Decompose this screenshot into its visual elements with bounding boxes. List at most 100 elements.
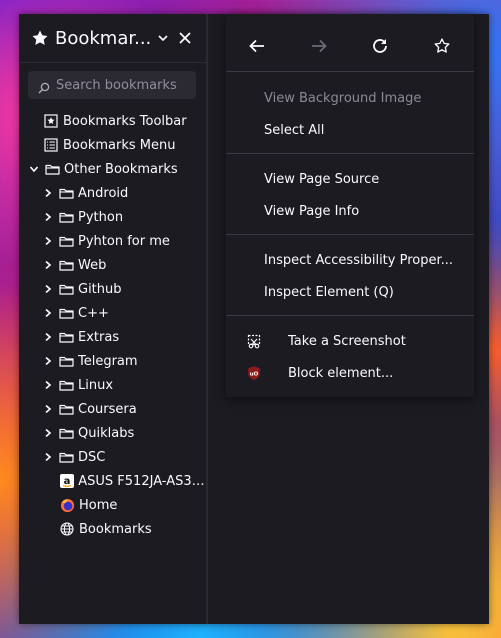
folder-icon xyxy=(58,233,74,249)
sidebar-item-label: Other Bookmarks xyxy=(64,161,178,177)
chevron-right-icon[interactable] xyxy=(41,330,55,344)
sidebar-item-label: Coursera xyxy=(78,401,137,417)
view-background-image-item: View Background Image xyxy=(264,91,422,106)
sidebar-item-c[interactable]: C++ xyxy=(19,301,206,325)
folder-icon xyxy=(58,305,74,321)
screenshot-icon xyxy=(246,333,262,349)
bookmarks-sidebar: Bookmar... Bookmarks Toolbar Bookmarks Me… xyxy=(19,14,208,624)
star-icon xyxy=(31,29,49,47)
sidebar-item-label: Extras xyxy=(78,329,120,345)
folder-icon xyxy=(58,329,74,345)
sidebar-item-label: Bookmarks Toolbar xyxy=(63,113,187,129)
sidebar-item-other-bookmarks[interactable]: Other Bookmarks xyxy=(19,157,206,181)
reload-icon[interactable] xyxy=(370,36,390,56)
sidebar-item-label: Web xyxy=(78,257,107,273)
chevron-down-icon[interactable] xyxy=(27,162,41,176)
chevron-right-icon[interactable] xyxy=(41,210,55,224)
sidebar-item-label: C++ xyxy=(78,305,109,321)
sidebar-item-label: Github xyxy=(78,281,122,297)
sidebar-item-label: Quiklabs xyxy=(78,425,135,441)
firefox-icon xyxy=(59,497,75,513)
chevron-down-icon[interactable] xyxy=(157,32,169,44)
bookmarks-toolbar-icon xyxy=(43,113,59,129)
bookmark-star-icon[interactable] xyxy=(432,36,452,56)
context-menu: View Background Image Select All View Pa… xyxy=(226,14,474,397)
back-icon[interactable] xyxy=(247,36,267,56)
sidebar-header: Bookmar... xyxy=(19,14,206,63)
close-icon[interactable] xyxy=(178,30,192,44)
sidebar-item-label: ASUS F512JA-AS34... xyxy=(78,473,206,489)
menu-separator xyxy=(226,315,474,316)
select-all-item[interactable]: Select All xyxy=(264,123,324,138)
inspect-element-item[interactable]: Inspect Element (Q) xyxy=(264,285,394,300)
forward-icon[interactable] xyxy=(309,36,329,56)
chevron-right-icon[interactable] xyxy=(41,354,55,368)
sidebar-item-quiklabs[interactable]: Quiklabs xyxy=(19,421,206,445)
sidebar-item-pyhton-for-me[interactable]: Pyhton for me xyxy=(19,229,206,253)
chevron-right-icon[interactable] xyxy=(41,378,55,392)
sidebar-item-linux[interactable]: Linux xyxy=(19,373,206,397)
folder-icon xyxy=(58,353,74,369)
menu-separator xyxy=(226,71,474,72)
svg-text:a: a xyxy=(63,476,70,487)
sidebar-item-home[interactable]: Home xyxy=(19,493,206,517)
sidebar-title[interactable]: Bookmar... xyxy=(55,28,151,49)
bookmarks-tree: Bookmarks Toolbar Bookmarks Menu Other Boo… xyxy=(19,109,206,541)
chevron-right-icon[interactable] xyxy=(41,258,55,272)
sidebar-item-telegram[interactable]: Telegram xyxy=(19,349,206,373)
chevron-right-icon[interactable] xyxy=(41,282,55,296)
folder-icon xyxy=(58,257,74,273)
chevron-right-icon[interactable] xyxy=(41,426,55,440)
folder-icon xyxy=(58,281,74,297)
sidebar-item-label: Linux xyxy=(78,377,114,393)
sidebar-item-extras[interactable]: Extras xyxy=(19,325,206,349)
search-box[interactable] xyxy=(28,71,196,99)
chevron-right-icon[interactable] xyxy=(41,402,55,416)
bookmarks-menu-icon xyxy=(43,137,59,153)
ublock-origin-icon: uO xyxy=(246,365,262,381)
browser-window: Bookmar... Bookmarks Toolbar Bookmarks Me… xyxy=(19,14,489,624)
amazon-icon: a xyxy=(59,473,74,489)
inspect-accessibility-item[interactable]: Inspect Accessibility Proper... xyxy=(264,253,453,268)
block-element-item[interactable]: Block element... xyxy=(288,366,393,381)
menu-separator xyxy=(226,234,474,235)
sidebar-item-github[interactable]: Github xyxy=(19,277,206,301)
context-nav-bar xyxy=(226,30,474,66)
sidebar-item-web[interactable]: Web xyxy=(19,253,206,277)
folder-icon xyxy=(58,425,74,441)
sidebar-item-label: DSC xyxy=(78,449,106,465)
chevron-right-icon[interactable] xyxy=(41,234,55,248)
view-page-info-item[interactable]: View Page Info xyxy=(264,204,359,219)
chevron-right-icon[interactable] xyxy=(41,306,55,320)
sidebar-item-label: Android xyxy=(78,185,129,201)
search-icon xyxy=(38,79,50,94)
sidebar-item-coursera[interactable]: Coursera xyxy=(19,397,206,421)
sidebar-item-label: Pyhton for me xyxy=(78,233,170,249)
folder-icon xyxy=(58,449,74,465)
sidebar-item-label: Home xyxy=(79,497,118,513)
sidebar-item-label: Telegram xyxy=(78,353,138,369)
sidebar-item-label: Bookmarks xyxy=(79,521,152,537)
folder-icon xyxy=(58,209,74,225)
svg-text:uO: uO xyxy=(250,372,259,378)
folder-icon xyxy=(58,401,74,417)
globe-icon xyxy=(59,521,75,537)
folder-icon xyxy=(58,377,74,393)
folder-icon xyxy=(58,185,74,201)
view-page-source-item[interactable]: View Page Source xyxy=(264,172,379,187)
sidebar-item-android[interactable]: Android xyxy=(19,181,206,205)
sidebar-item-bookmarks[interactable]: Bookmarks xyxy=(19,517,206,541)
sidebar-item-asus-f512ja-as34[interactable]: a ASUS F512JA-AS34... xyxy=(19,469,206,493)
folder-icon xyxy=(44,161,60,177)
chevron-right-icon[interactable] xyxy=(41,450,55,464)
sidebar-item-bookmarks-toolbar[interactable]: Bookmarks Toolbar xyxy=(19,109,206,133)
sidebar-item-bookmarks-menu[interactable]: Bookmarks Menu xyxy=(19,133,206,157)
chevron-right-icon[interactable] xyxy=(41,186,55,200)
sidebar-item-python[interactable]: Python xyxy=(19,205,206,229)
take-screenshot-item[interactable]: Take a Screenshot xyxy=(288,334,406,349)
sidebar-item-label: Bookmarks Menu xyxy=(63,137,176,153)
sidebar-item-label: Python xyxy=(78,209,124,225)
menu-separator xyxy=(226,153,474,154)
sidebar-item-dsc[interactable]: DSC xyxy=(19,445,206,469)
search-input[interactable] xyxy=(56,77,196,93)
